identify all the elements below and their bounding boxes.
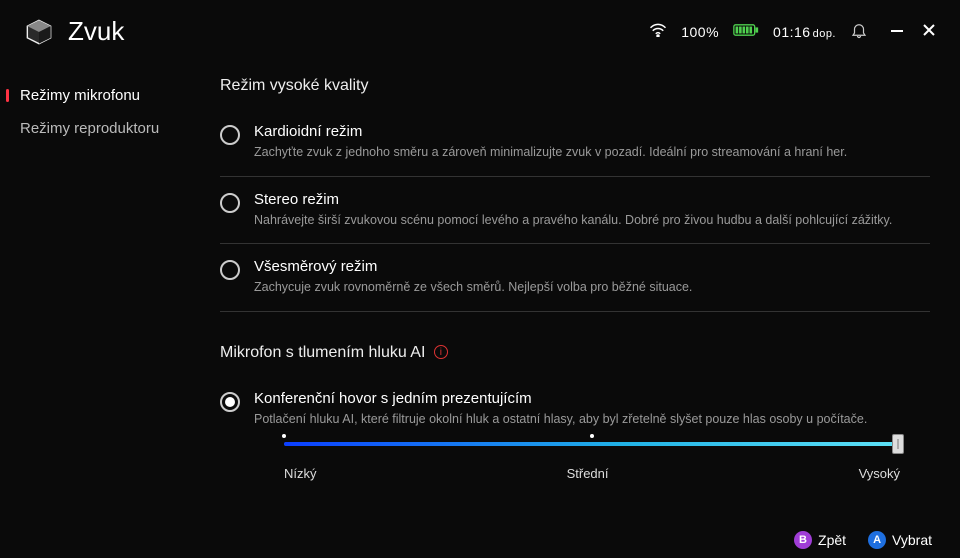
sidebar-item-speaker-modes[interactable]: Režimy reproduktoru <box>0 112 200 145</box>
slider-label-mid: Střední <box>567 466 609 481</box>
sidebar-item-mic-modes[interactable]: Režimy mikrofonu <box>0 79 200 112</box>
header: Zvuk 100% 01:16dop. <box>0 0 960 57</box>
footer-back-label: Zpět <box>818 532 846 548</box>
battery-icon <box>733 23 759 40</box>
option-cardioid[interactable]: Kardioidní režim Zachyťte zvuk z jednoho… <box>220 113 930 177</box>
footer-select-button[interactable]: A Vybrat <box>868 531 932 549</box>
option-title: Kardioidní režim <box>254 123 930 140</box>
option-title: Konferenční hovor s jedním prezentujícím <box>254 390 930 407</box>
radio-icon[interactable] <box>220 392 240 412</box>
section-title-quality: Režim vysoké kvality <box>220 77 930 95</box>
a-button-icon: A <box>868 531 886 549</box>
option-desc: Potlačení hluku AI, které filtruje okoln… <box>254 411 930 429</box>
b-button-icon: B <box>794 531 812 549</box>
option-conference[interactable]: Konferenční hovor s jedním prezentujícím… <box>220 380 930 488</box>
clock: 01:16dop. <box>773 24 836 40</box>
radio-icon[interactable] <box>220 260 240 280</box>
header-left: Zvuk <box>24 16 124 47</box>
option-omni[interactable]: Všesměrový režim Zachycuje zvuk rovnoměr… <box>220 248 930 312</box>
slider-label-low: Nízký <box>284 466 317 481</box>
sidebar: Režimy mikrofonu Režimy reproduktoru <box>0 57 200 519</box>
noise-slider[interactable]: Nízký Střední Vysoký <box>284 442 900 481</box>
slider-label-high: Vysoký <box>859 466 900 481</box>
sidebar-item-label: Režimy mikrofonu <box>20 87 140 104</box>
footer-select-label: Vybrat <box>892 532 932 548</box>
footer-back-button[interactable]: B Zpět <box>794 531 846 549</box>
bell-icon[interactable] <box>850 21 868 42</box>
info-icon[interactable]: i <box>434 345 448 359</box>
slider-labels: Nízký Střední Vysoký <box>284 466 900 481</box>
option-stereo[interactable]: Stereo režim Nahrávejte širší zvukovou s… <box>220 181 930 245</box>
option-title: Všesměrový režim <box>254 258 930 275</box>
close-button[interactable] <box>922 23 936 40</box>
sidebar-item-label: Režimy reproduktoru <box>20 120 159 137</box>
radio-icon[interactable] <box>220 125 240 145</box>
header-status: 100% 01:16dop. <box>649 21 936 42</box>
option-desc: Nahrávejte širší zvukovou scénu pomocí l… <box>254 212 930 230</box>
slider-thumb[interactable] <box>892 434 904 454</box>
wifi-icon <box>649 23 667 40</box>
option-desc: Zachyťte zvuk z jednoho směru a zároveň … <box>254 144 930 162</box>
window-controls <box>890 23 936 40</box>
option-title: Stereo režim <box>254 191 930 208</box>
battery-percent: 100% <box>681 24 719 40</box>
section-title-ai-noise: Mikrofon s tlumením hluku AI i <box>220 344 930 362</box>
app-logo-icon <box>24 17 54 47</box>
option-desc: Zachycuje zvuk rovnoměrně ze všech směrů… <box>254 279 930 297</box>
minimize-button[interactable] <box>890 23 904 40</box>
radio-icon[interactable] <box>220 193 240 213</box>
content: Režim vysoké kvality Kardioidní režim Za… <box>200 57 960 519</box>
footer: B Zpět A Vybrat <box>0 522 960 558</box>
page-title: Zvuk <box>68 16 124 47</box>
